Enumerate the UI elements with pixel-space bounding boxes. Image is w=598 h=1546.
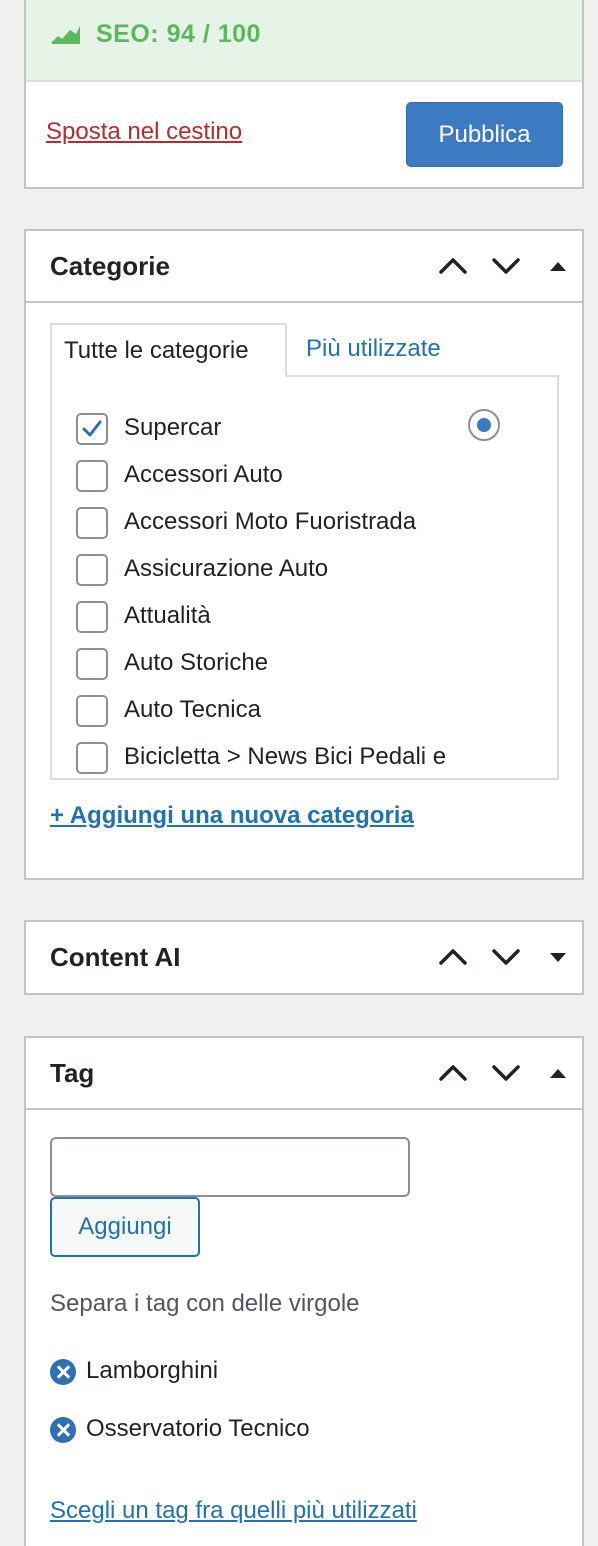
checkmark-icon bbox=[82, 420, 102, 437]
category-checkbox[interactable] bbox=[76, 742, 108, 774]
category-label: Assicurazione Auto bbox=[124, 555, 329, 582]
category-checkbox[interactable] bbox=[76, 554, 108, 586]
tags-box: Tag Aggiungi Separa i tag con delle virg… bbox=[24, 1036, 584, 1546]
remove-circle-icon[interactable] bbox=[50, 1417, 76, 1443]
tab-most-used[interactable]: Più utilizzate bbox=[306, 335, 441, 363]
category-item[interactable]: Bicicletta > News Bici Pedali e bbox=[76, 742, 546, 776]
tab-all-categories[interactable]: Tutte le categorie bbox=[50, 323, 287, 377]
category-item[interactable]: Assicurazione Auto bbox=[76, 554, 546, 588]
choose-popular-tags-link[interactable]: Scegli un tag fra quelli più utilizzati bbox=[50, 1497, 417, 1525]
seo-score-row[interactable]: SEO: 94 / 100 bbox=[26, 0, 582, 82]
category-label: Auto Storiche bbox=[124, 649, 269, 676]
chevron-down-icon[interactable] bbox=[489, 1058, 523, 1088]
category-item[interactable]: Auto Tecnica bbox=[76, 695, 546, 729]
categories-box: Categorie Tutte le categorie Più utilizz… bbox=[24, 229, 584, 880]
new-tag-input[interactable] bbox=[50, 1137, 410, 1197]
category-checkbox[interactable] bbox=[76, 601, 108, 633]
tags-title: Tag bbox=[50, 1058, 95, 1088]
category-checkbox[interactable] bbox=[76, 413, 108, 445]
category-checkbox[interactable] bbox=[76, 648, 108, 680]
remove-circle-icon[interactable] bbox=[50, 1359, 76, 1385]
category-item[interactable]: Accessori Moto Fuoristrada bbox=[76, 507, 546, 541]
tag-hint: Separa i tag con delle virgole bbox=[50, 1290, 360, 1317]
content-ai-box: Content AI bbox=[24, 920, 584, 995]
rank-math-icon bbox=[52, 26, 80, 44]
chevron-down-icon[interactable] bbox=[489, 251, 523, 281]
tag-label: Osservatorio Tecnico bbox=[86, 1415, 310, 1442]
tags-header: Tag bbox=[26, 1038, 582, 1110]
seo-score: SEO: 94 / 100 bbox=[96, 20, 261, 48]
publish-box: SEO: 94 / 100 Sposta nel cestino Pubblic… bbox=[24, 0, 584, 189]
chevron-up-icon[interactable] bbox=[436, 251, 470, 281]
publish-button[interactable]: Pubblica bbox=[406, 102, 563, 167]
category-label: Bicicletta > News Bici Pedali e bbox=[124, 743, 447, 770]
category-label: Supercar bbox=[124, 414, 222, 441]
chevron-down-icon[interactable] bbox=[489, 942, 523, 972]
chevron-up-icon[interactable] bbox=[436, 942, 470, 972]
chevron-up-icon[interactable] bbox=[436, 1058, 470, 1088]
triangle-up-icon[interactable] bbox=[544, 1058, 572, 1088]
add-tag-button[interactable]: Aggiungi bbox=[50, 1197, 200, 1257]
category-item[interactable]: Auto Storiche bbox=[76, 648, 546, 682]
category-checkbox[interactable] bbox=[76, 507, 108, 539]
category-label: Accessori Auto bbox=[124, 461, 283, 488]
content-ai-header[interactable]: Content AI bbox=[26, 922, 582, 994]
categories-title: Categorie bbox=[50, 251, 170, 281]
content-ai-title: Content AI bbox=[50, 942, 181, 972]
category-item[interactable]: Accessori Auto bbox=[76, 460, 546, 494]
move-to-trash-link[interactable]: Sposta nel cestino bbox=[46, 118, 242, 146]
tag-label: Lamborghini bbox=[86, 1357, 219, 1384]
category-checkbox[interactable] bbox=[76, 695, 108, 727]
add-new-category-link[interactable]: + Aggiungi una nuova categoria bbox=[50, 802, 414, 830]
category-checkbox[interactable] bbox=[76, 460, 108, 492]
triangle-up-icon[interactable] bbox=[544, 251, 572, 281]
primary-category-radio[interactable] bbox=[468, 409, 500, 441]
categories-header: Categorie bbox=[26, 231, 582, 303]
category-label: Auto Tecnica bbox=[124, 696, 261, 723]
category-label: Attualità bbox=[124, 602, 211, 629]
triangle-down-icon[interactable] bbox=[544, 942, 572, 972]
category-item[interactable]: Attualità bbox=[76, 601, 546, 635]
category-label: Accessori Moto Fuoristrada bbox=[124, 508, 417, 535]
